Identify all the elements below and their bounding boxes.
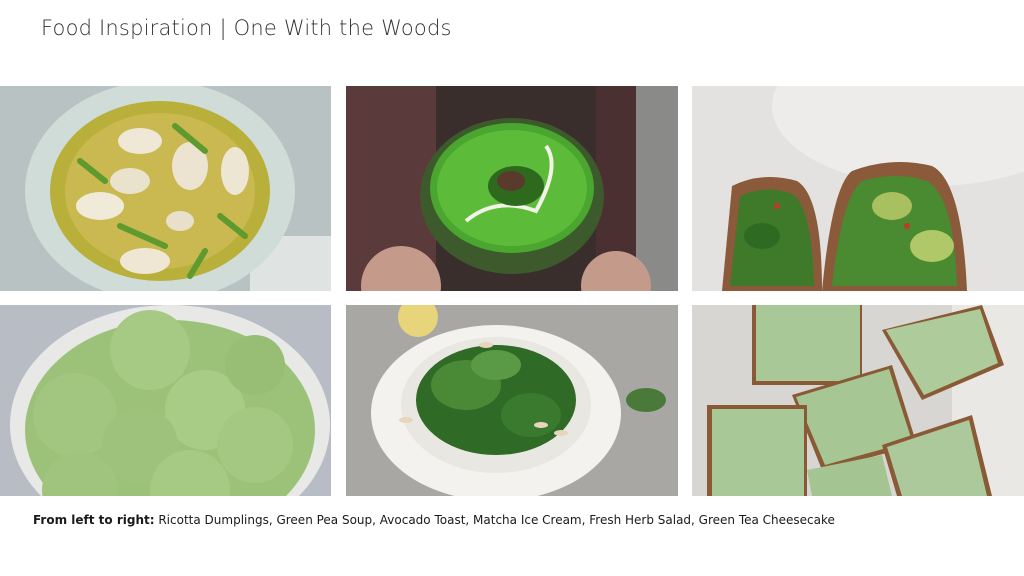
photo-caption: From left to right: Ricotta Dumplings, G… (33, 513, 835, 527)
fresh-herb-salad-photo (346, 305, 678, 496)
avocado-toast-photo (692, 86, 1024, 291)
caption-text: Ricotta Dumplings, Green Pea Soup, Avoca… (154, 513, 835, 527)
green-tea-cheesecake-photo (692, 305, 1024, 496)
slide-title: Food Inspiration | One With the Woods (41, 16, 452, 40)
ricotta-dumplings-photo (0, 86, 331, 291)
caption-label: From left to right: (33, 513, 155, 527)
matcha-ice-cream-photo (0, 305, 331, 496)
green-pea-soup-photo (346, 86, 678, 291)
